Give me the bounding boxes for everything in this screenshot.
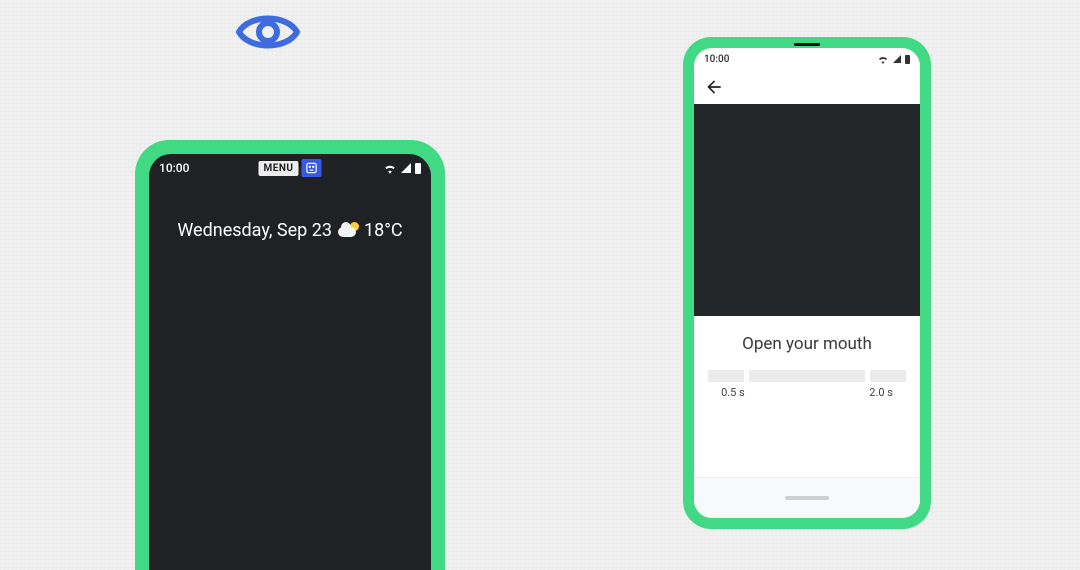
app-header	[694, 70, 920, 104]
speaker-slot	[794, 43, 820, 46]
temperature-text: 18°C	[364, 220, 403, 241]
wifi-icon	[877, 55, 889, 64]
menu-chip[interactable]: MENU	[258, 161, 298, 176]
duration-label-min: 0.5 s	[712, 386, 754, 399]
status-bar: 10:00 MENU	[149, 154, 431, 182]
status-center-group: MENU	[258, 159, 321, 177]
gesture-prompt-text: Open your mouth	[708, 334, 906, 354]
status-bar: 10:00	[694, 48, 920, 70]
status-right-group	[383, 163, 421, 174]
phone-screen-left: 10:00 MENU Wednesday, Sep 23	[149, 154, 431, 570]
battery-icon	[415, 163, 421, 174]
phone-mockup-left: 10:00 MENU Wednesday, Sep 23	[135, 140, 445, 570]
system-nav-bar	[694, 477, 920, 518]
status-right-group	[877, 55, 910, 64]
face-tracking-icon[interactable]	[302, 159, 322, 177]
duration-label-max: 2.0 s	[860, 386, 902, 399]
duration-slider-track[interactable]	[708, 370, 906, 382]
status-time: 10:00	[159, 161, 189, 175]
cell-signal-icon	[893, 55, 901, 63]
camera-viewport	[694, 104, 920, 316]
gesture-pill-icon[interactable]	[785, 496, 829, 500]
battery-icon	[905, 55, 910, 64]
back-button[interactable]	[704, 77, 724, 97]
cell-signal-icon	[401, 163, 411, 173]
date-text: Wednesday, Sep 23	[177, 220, 332, 241]
partly-cloudy-icon	[338, 221, 358, 241]
phone-screen-right: 10:00 Open your mouth 0.5 s 2.0 s	[694, 48, 920, 518]
status-time: 10:00	[704, 54, 729, 65]
date-weather-widget[interactable]: Wednesday, Sep 23 18°C	[149, 220, 431, 241]
wifi-icon	[383, 163, 397, 174]
duration-slider-labels: 0.5 s 2.0 s	[708, 386, 906, 399]
eye-icon	[235, 10, 301, 54]
phone-mockup-right: 10:00 Open your mouth 0.5 s 2.0 s	[683, 37, 931, 529]
gesture-prompt-panel: Open your mouth 0.5 s 2.0 s	[694, 316, 920, 409]
